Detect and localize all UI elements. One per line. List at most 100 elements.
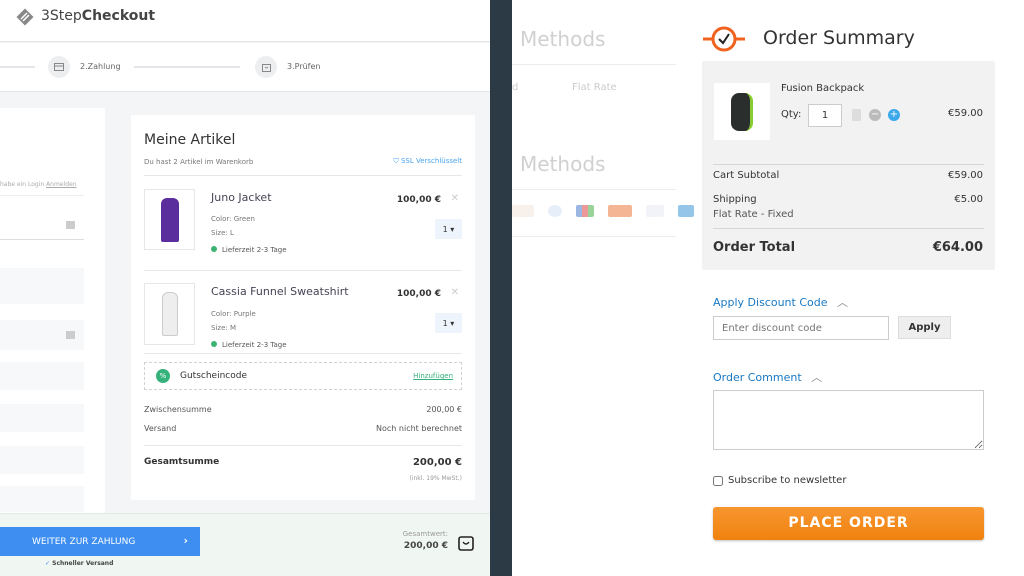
contact-card-icon [66,221,75,229]
form-field[interactable] [0,404,84,432]
form-field[interactable] [0,320,84,350]
coupon-add-link[interactable]: Hinzufügen [413,372,453,380]
size-value: L [229,229,234,237]
form-field[interactable] [0,268,84,304]
login-hint-text: habe ein Login [0,181,45,188]
color-value: Green [233,215,255,223]
minus-icon[interactable]: − [869,109,881,121]
shopping-bag-icon[interactable] [458,534,474,551]
order-total-value: €64.00 [932,240,983,255]
step-connector [0,66,35,68]
qty-label: Qty: [781,109,802,120]
item-price: €59.00 [948,108,983,119]
qty-select[interactable]: 1 ▾ [435,219,462,239]
form-field[interactable] [0,362,84,390]
product-image-fusion-backpack[interactable] [714,83,770,140]
chevron-right-icon: › [183,534,188,547]
step-payment-label[interactable]: 2.Zahlung [80,62,121,71]
plus-icon[interactable]: + [888,109,900,121]
grand-total-label: Gesamtwert: [402,530,448,538]
coupon-box: % Gutscheincode Hinzufügen [144,362,462,390]
login-link[interactable]: Anmelden [46,181,76,188]
trash-icon[interactable] [852,109,861,121]
form-field[interactable] [0,486,84,512]
cart-title: Meine Artikel [144,132,236,148]
form-field[interactable] [0,212,84,240]
divider [512,236,676,237]
product-image-cassia-sweatshirt[interactable] [144,283,195,345]
newsletter-label[interactable]: Subscribe to newsletter [728,475,846,486]
tax-note: (inkl. 19% MwSt.) [409,475,462,482]
color-value: Purple [233,310,256,318]
discount-toggle[interactable]: Apply Discount Code ︿ [713,294,848,310]
shipping-value: €5.00 [954,194,983,205]
shipping-methods-heading: Methods [520,27,606,51]
delivery-value: 2-3 Tage [256,246,287,254]
split-divider [490,0,512,576]
bottom-bar: WEITER ZUR ZAHLUNG › ✓ Schneller Versand… [0,513,490,576]
shopping-bag-icon [261,63,271,72]
item-price: 100,00 € [396,195,441,205]
delivery-label: Lieferzeit [222,341,255,349]
discount-label: Apply Discount Code [713,296,828,309]
order-total-label: Order Total [713,240,796,255]
brand-prefix: 3Step [41,8,82,24]
step-payment-circle[interactable] [48,56,70,78]
place-order-button[interactable]: PLACE ORDER [713,507,984,540]
apply-discount-button[interactable]: Apply [898,316,951,339]
visa-icon [646,205,664,217]
newsletter-checkbox[interactable] [713,475,723,486]
payment-methods-heading: Methods [520,152,606,176]
step-review-label[interactable]: 3.Prüfen [287,62,320,71]
color-label: Color: [211,310,232,318]
customer-form-card: habe ein Login Anmelden [0,108,105,513]
mastercard-icon [608,205,632,217]
brand-logo[interactable]: 3StepCheckout [41,8,155,24]
order-comment-toggle[interactable]: Order Comment ︿ [713,369,822,385]
availability-dot [211,341,217,347]
item-name[interactable]: Juno Jacket [211,191,272,204]
shipping-method: Flat Rate - Fixed [713,209,794,220]
check-icon: ✓ [45,560,51,567]
form-field[interactable] [0,446,84,474]
item-name[interactable]: Cassia Funnel Sweatshirt [211,285,349,298]
header: 3StepCheckout [0,0,490,42]
step-connector [134,66,240,68]
item-name[interactable]: Fusion Backpack [781,83,864,94]
fast-shipping-text: Schneller Versand [52,560,114,567]
qty-select[interactable]: 1 ▾ [435,313,462,333]
shipping-price-partial: d [512,82,519,93]
color-label: Color: [211,215,232,223]
order-summary-box: Fusion Backpack Qty: 1 − + €59.00 Cart S… [702,61,995,270]
jacket-image [160,197,179,242]
step-review-circle[interactable] [255,56,277,78]
chevron-up-icon: ︿ [811,371,823,384]
divider [713,228,984,229]
brand-bold: Checkout [81,8,156,24]
size-label: Size: [211,324,228,332]
remove-item-icon[interactable]: ✕ [451,287,459,298]
product-image-juno-jacket[interactable] [144,189,195,250]
delivery-value: 2-3 Tage [256,341,287,349]
continue-to-payment-button[interactable]: WEITER ZUR ZAHLUNG › [0,527,200,556]
order-comment-textarea[interactable] [713,390,984,450]
qty-input[interactable]: 1 [808,104,842,127]
divider [144,445,462,446]
shield-icon: ⛉ [393,157,399,165]
logo-icon [16,8,34,26]
delivery-label: Lieferzeit [222,246,255,254]
qty-value: 1 [442,318,448,328]
divider [512,189,676,190]
qty-value: 1 [442,224,448,234]
grand-total-value: 200,00 € [403,541,448,551]
discount-code-input[interactable] [713,316,889,340]
remove-item-icon[interactable]: ✕ [451,193,459,204]
size-value: M [229,324,237,332]
contact-card-icon [66,331,75,339]
divider [0,195,84,196]
login-hint: habe ein Login Anmelden [0,181,77,188]
subtotal-label: Cart Subtotal [713,170,780,181]
flat-rate-label[interactable]: Flat Rate [572,82,617,93]
chevron-up-icon: ︿ [837,296,849,309]
credit-card-icon [54,63,64,71]
